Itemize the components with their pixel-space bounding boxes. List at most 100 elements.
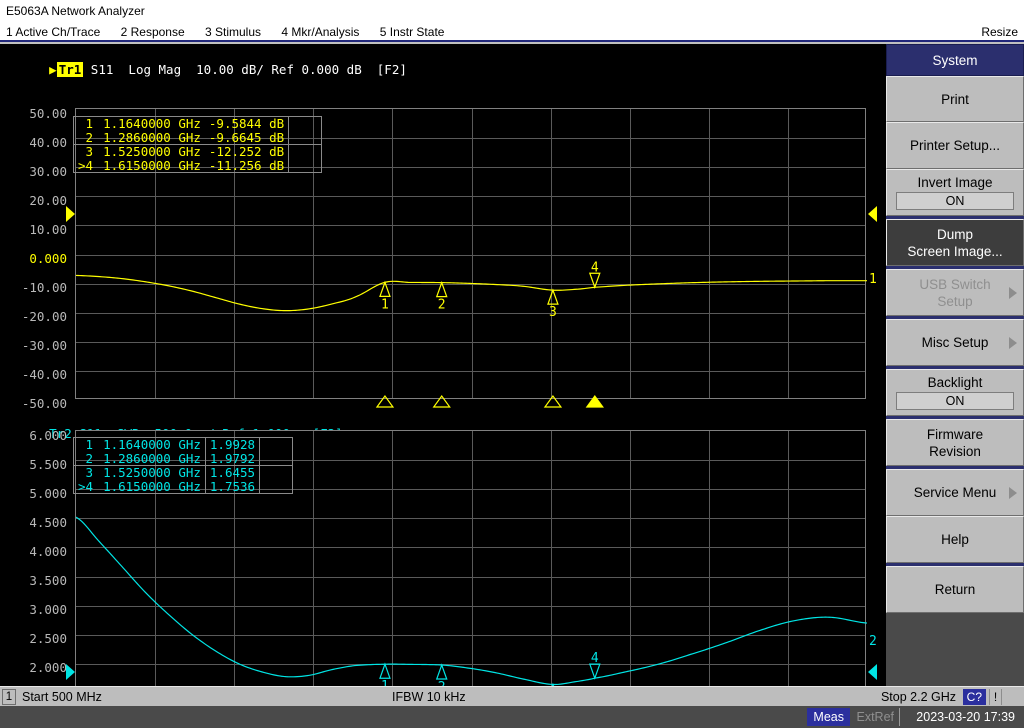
trace1-title-text: S11 Log Mag 10.00 dB/ Ref 0.000 dB [F2]: [83, 62, 407, 77]
trace2-ytick-5000: 5.000: [29, 486, 67, 501]
trace1-marker-value: -11.256 dB: [208, 157, 285, 173]
measurement-screen: ▶ Tr1 S11 Log Mag 10.00 dB/ Ref 0.000 dB …: [0, 44, 886, 728]
trace2-marker-value: 1.6455: [204, 465, 260, 480]
softkey-help[interactable]: Help: [886, 516, 1024, 563]
marker-2-glyph[interactable]: 2: [435, 280, 448, 313]
trace2-y-axis: 6.000 5.500 5.000 4.500 4.000 3.500 3.00…: [0, 428, 70, 728]
status-bar: 1 Start 500 MHz IFBW 10 kHz Stop 2.2 GHz…: [0, 686, 1024, 706]
marker-4-glyph[interactable]: 4: [588, 651, 601, 680]
trace1-marker-row[interactable]: >4 1.6150000 GHz -11.256 dB: [74, 157, 321, 173]
stop-frequency[interactable]: Stop 2.2 GHz: [881, 687, 956, 707]
softkey-return[interactable]: Return: [886, 566, 1024, 613]
trace2-marker-pad: [259, 465, 292, 480]
trace2-marker-id: 3: [74, 465, 100, 480]
cal-status-badge[interactable]: C?: [962, 689, 986, 705]
trace1-ytick-m10: -10.00: [21, 280, 67, 295]
trace2-marker-freq: 1.1640000 GHz: [103, 437, 201, 452]
trace1-marker-id: 3: [74, 144, 100, 159]
trace1-ytick-m20: -20.00: [21, 309, 67, 324]
trace1-ytick-10: 10.00: [29, 222, 67, 237]
trace2-marker-id: 1: [85, 437, 94, 452]
softkey-print[interactable]: Print: [886, 76, 1024, 122]
marker-1-glyph[interactable]: 1: [379, 280, 391, 312]
menu-item-instr-state[interactable]: 5 Instr State: [374, 22, 456, 42]
marker-4-glyph[interactable]: 4: [588, 260, 601, 290]
menu-item-active-ch-trace[interactable]: 1 Active Ch/Trace: [0, 22, 111, 42]
softkey-label: Misc Setup: [921, 335, 989, 350]
trace1-title-bar: ▶ Tr1 S11 Log Mag 10.00 dB/ Ref 0.000 dB …: [4, 47, 407, 92]
softkey-usb-switch-setup: USB Switch Setup: [886, 269, 1024, 316]
softkey-state-toggle[interactable]: ON: [896, 392, 1014, 410]
menu-bar: 1 Active Ch/Trace 2 Response 3 Stimulus …: [0, 22, 1024, 42]
softkey-service-menu[interactable]: Service Menu: [886, 469, 1024, 516]
softkey-state-toggle[interactable]: ON: [896, 192, 1014, 210]
softkey-firmware-revision[interactable]: Firmware Revision: [886, 419, 1024, 466]
marker-3-glyph[interactable]: 3: [547, 288, 559, 320]
trace1-ytick-20: 20.00: [29, 193, 67, 208]
trace1-marker-id: 1: [85, 116, 94, 131]
submenu-chevron-icon: [1009, 336, 1017, 349]
menu-item-stimulus[interactable]: 3 Stimulus: [199, 22, 272, 42]
softkey-misc-setup[interactable]: Misc Setup: [886, 319, 1024, 366]
trace1-ytick-m50: -50.00: [21, 396, 67, 411]
marker-3-label: 3: [549, 305, 557, 320]
softkey-label: Return: [934, 582, 976, 597]
trace2-marker-value: 1.7536: [204, 479, 260, 493]
trace2-ytick-3000: 3.000: [29, 602, 67, 617]
trace1-marker-pad: [288, 158, 321, 172]
trace1-ytick-m30: -30.00: [21, 338, 67, 353]
trace1-marker-pad: [288, 130, 321, 145]
trace2-marker-pad: [259, 451, 292, 466]
trace1-marker-row[interactable]: 1 1.1640000 GHz -9.5844 dB: [74, 117, 321, 131]
trace1-marker-row[interactable]: 3 1.5250000 GHz -12.252 dB: [74, 144, 321, 159]
x-marker-3-indicator-icon[interactable]: [543, 394, 563, 408]
resize-button[interactable]: Resize: [981, 22, 1018, 42]
softkey-label-line2: Setup: [937, 293, 973, 309]
softkey-label: Backlight: [927, 375, 983, 390]
marker-1-label: 1: [381, 297, 389, 312]
warning-badge[interactable]: !: [989, 689, 1002, 705]
menu-item-mkr-analysis[interactable]: 4 Mkr/Analysis: [275, 22, 370, 42]
menu-item-response[interactable]: 2 Response: [115, 22, 196, 42]
window-title-bar: E5063A Network Analyzer: [0, 0, 1024, 22]
softkey-label-line1: Dump: [936, 226, 973, 242]
trace1-ytick-m40: -40.00: [21, 367, 67, 382]
softkey-invert-image[interactable]: Invert Image ON: [886, 169, 1024, 216]
x-marker-1-indicator-icon[interactable]: [375, 394, 395, 408]
trace2-ref-arrow-right-icon: [868, 664, 877, 680]
softkey-printer-setup[interactable]: Printer Setup...: [886, 122, 1024, 169]
trace1-number-label: 1: [869, 272, 877, 287]
trace1-marker-row[interactable]: 2 1.2860000 GHz -9.6645 dB: [74, 130, 321, 145]
trace2-ytick-2500: 2.500: [29, 631, 67, 646]
trace2-marker-value: 1.9928: [204, 438, 260, 452]
marker-2-label: 2: [438, 298, 446, 313]
trace1-marker-pad: [288, 144, 321, 159]
softkey-dump-screen-image[interactable]: Dump Screen Image...: [886, 219, 1024, 266]
trace1-marker-table: 1 1.1640000 GHz -9.5844 dB 2 1.2860000 G…: [73, 116, 322, 173]
app-title: E5063A Network Analyzer: [6, 4, 145, 18]
trace2-ytick-4500: 4.500: [29, 515, 67, 530]
trace1-marker-value: -12.252 dB: [204, 144, 289, 159]
ifbw-value[interactable]: IFBW 10 kHz: [392, 687, 466, 707]
extref-indicator: ExtRef: [851, 708, 900, 726]
x-marker-4-indicator-icon[interactable]: [585, 394, 604, 408]
trace2-ytick-5500: 5.500: [29, 457, 67, 472]
trace1-ytick-ref: 0.000: [29, 251, 67, 266]
start-frequency[interactable]: Start 500 MHz: [22, 687, 102, 707]
trace1-marker-value: -9.5844 dB: [208, 116, 285, 131]
channel-number[interactable]: 1: [2, 689, 16, 705]
trace2-marker-row[interactable]: 3 1.5250000 GHz 1.6455: [74, 465, 292, 480]
trace1-badge[interactable]: Tr1: [56, 62, 84, 77]
trace2-marker-row[interactable]: 1 1.1640000 GHz 1.9928: [74, 438, 292, 452]
softkey-label: Printer Setup...: [909, 138, 1001, 153]
active-trace-arrow-icon: ▶: [49, 62, 57, 77]
trace2-marker-row[interactable]: >4 1.6150000 GHz 1.7536: [74, 479, 292, 493]
trace1-marker-freq: 1.5250000 GHz: [99, 144, 205, 159]
trace1-marker-id: >4: [78, 157, 94, 173]
x-marker-2-indicator-icon[interactable]: [432, 394, 451, 408]
trace2-marker-pad: [259, 479, 292, 493]
softkey-backlight[interactable]: Backlight ON: [886, 369, 1024, 416]
trace2-ytick-6000: 6.000: [29, 428, 67, 443]
trace2-marker-row[interactable]: 2 1.2860000 GHz 1.9792: [74, 451, 292, 466]
softkey-label-line1: Firmware: [926, 426, 984, 442]
